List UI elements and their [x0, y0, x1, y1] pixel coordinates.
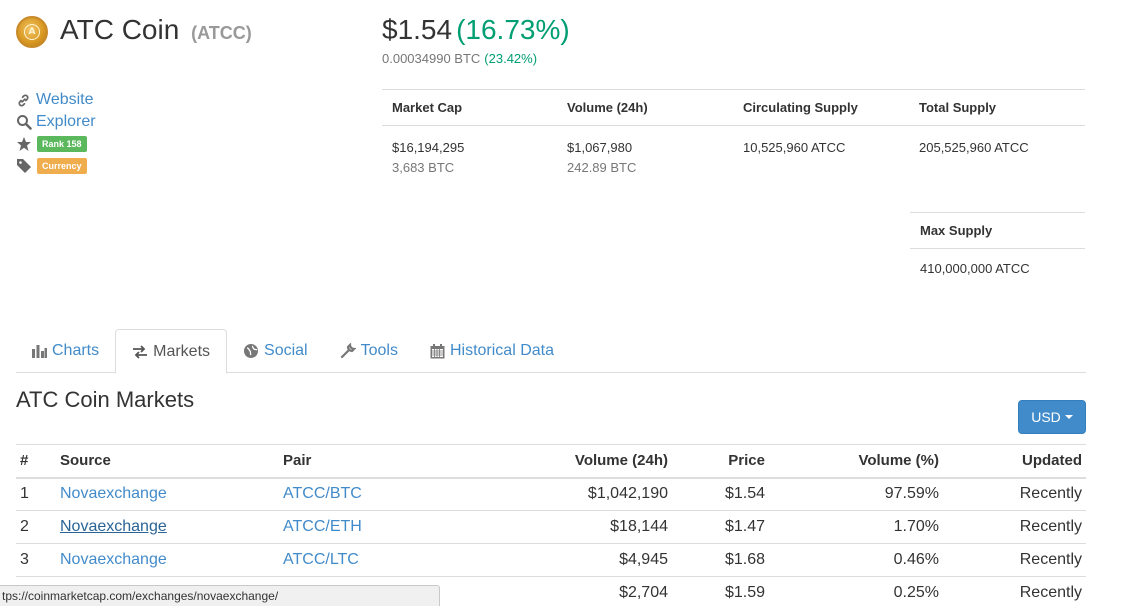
price-btc-change: (23.42%)	[484, 51, 538, 66]
market-cap-label: Market Cap	[392, 99, 463, 115]
price-change-percent: (16.73%)	[456, 14, 570, 45]
pair-link[interactable]: ATCC/LTC	[283, 551, 359, 568]
col-rank[interactable]: #	[16, 444, 56, 479]
row-volume-percent: 0.25%	[769, 576, 943, 606]
link-icon	[16, 93, 34, 108]
table-row: 1 Novaexchange ATCC/BTC $1,042,190 $1.54…	[16, 477, 1086, 511]
col-updated[interactable]: Updated	[943, 444, 1086, 479]
row-volume-percent: 1.70%	[769, 510, 943, 544]
row-volume: $2,704	[459, 576, 672, 606]
tab-charts-label: Charts	[52, 342, 100, 359]
row-price: $1.47	[672, 510, 769, 544]
wrench-icon	[340, 343, 356, 359]
bar-chart-icon	[32, 344, 47, 358]
coin-symbol: (ATCC)	[191, 23, 252, 43]
currency-dropdown-button[interactable]: USD	[1018, 400, 1086, 434]
coin-name: ATC Coin	[60, 14, 180, 45]
row-price: $1.68	[672, 543, 769, 577]
volume-btc: 242.89 BTC	[567, 160, 637, 175]
tab-tools[interactable]: Tools	[324, 329, 414, 373]
website-row[interactable]: Website	[16, 89, 96, 111]
markets-title: ATC Coin Markets	[16, 387, 195, 412]
page-title: ATC Coin (ATCC)	[60, 14, 252, 46]
table-row: 3 Novaexchange ATCC/LTC $4,945 $1.68 0.4…	[16, 543, 1086, 577]
col-volume[interactable]: Volume (24h)	[459, 444, 672, 479]
tag-icon	[16, 158, 34, 174]
tab-historical-data-label: Historical Data	[449, 342, 554, 359]
stats-value-row: $16,194,295 3,683 BTC $1,067,980 242.89 …	[382, 126, 1085, 178]
status-url: tps://coinmarketcap.com/exchanges/novaex…	[2, 589, 279, 603]
row-rank: 2	[16, 510, 56, 544]
total-supply-label: Total Supply	[919, 99, 997, 115]
circulating-supply-label: Circulating Supply	[743, 99, 858, 115]
row-updated: Recently	[943, 543, 1086, 577]
row-updated: Recently	[943, 576, 1086, 606]
row-volume: $4,945	[459, 543, 672, 577]
max-supply-table: Max Supply 410,000,000 ATCC	[910, 212, 1085, 276]
tab-historical-data[interactable]: Historical Data	[414, 329, 570, 373]
markets-table: # Source Pair Volume (24h) Price Volume …	[16, 444, 1086, 606]
volume-usd: $1,067,980	[567, 140, 633, 155]
row-volume-percent: 97.59%	[769, 477, 943, 511]
volume-label: Volume (24h)	[567, 99, 648, 115]
row-rank: 1	[16, 477, 56, 511]
price-btc: 0.00034990 BTC	[382, 51, 481, 66]
star-icon	[16, 136, 34, 152]
coin-tabs: Charts Markets Social Tools Historical D…	[16, 329, 1086, 374]
exchange-link[interactable]: Novaexchange	[60, 518, 167, 535]
price-btc-block: 0.00034990 BTC (23.42%)	[382, 51, 537, 66]
rank-row: Rank 158	[16, 133, 96, 155]
exchange-link[interactable]: Novaexchange	[60, 485, 167, 502]
row-volume: $18,144	[459, 510, 672, 544]
explorer-link[interactable]: Explorer	[36, 113, 96, 131]
price-usd: $1.54	[382, 14, 453, 45]
row-updated: Recently	[943, 477, 1086, 511]
stats-header-row: Market Cap Volume (24h) Circulating Supp…	[382, 89, 1085, 126]
category-row: Currency	[16, 155, 96, 177]
coin-stats-table: Market Cap Volume (24h) Circulating Supp…	[382, 89, 1085, 178]
tab-charts[interactable]: Charts	[16, 329, 115, 373]
caret-down-icon	[1064, 415, 1073, 419]
col-volume-percent[interactable]: Volume (%)	[769, 444, 943, 479]
row-volume-percent: 0.46%	[769, 543, 943, 577]
pair-link[interactable]: ATCC/BTC	[283, 485, 362, 502]
col-source[interactable]: Source	[56, 444, 279, 479]
tab-tools-label: Tools	[360, 342, 398, 359]
tab-markets[interactable]: Markets	[115, 329, 228, 374]
currency-dropdown-label: USD	[1031, 409, 1061, 425]
tab-social-label: Social	[264, 342, 308, 359]
col-price[interactable]: Price	[672, 444, 769, 479]
rank-badge: Rank 158	[37, 136, 87, 152]
row-price: $1.59	[672, 576, 769, 606]
total-supply-value: 205,525,960 ATCC	[919, 140, 1029, 155]
max-supply-value: 410,000,000 ATCC	[920, 261, 1030, 276]
coin-logo-mark: A	[24, 24, 40, 40]
tab-social[interactable]: Social	[227, 329, 324, 373]
coin-links: Website Explorer Rank 158 Currency	[16, 89, 96, 177]
max-supply-label: Max Supply	[920, 223, 993, 238]
col-pair[interactable]: Pair	[279, 444, 459, 479]
coin-logo: A	[16, 16, 48, 48]
category-badge: Currency	[37, 158, 87, 174]
exchange-link[interactable]: Novaexchange	[60, 551, 167, 568]
pair-link[interactable]: ATCC/ETH	[283, 518, 362, 535]
row-rank: 3	[16, 543, 56, 577]
exchange-arrows-icon	[132, 344, 148, 359]
row-updated: Recently	[943, 510, 1086, 544]
table-row: 2 Novaexchange ATCC/ETH $18,144 $1.47 1.…	[16, 510, 1086, 544]
browser-status-bar: tps://coinmarketcap.com/exchanges/novaex…	[0, 585, 440, 606]
row-price: $1.54	[672, 477, 769, 511]
price-usd-block: $1.54 (16.73%)	[382, 14, 570, 46]
globe-icon	[243, 343, 259, 359]
markets-header-row: # Source Pair Volume (24h) Price Volume …	[16, 444, 1086, 479]
market-cap-btc: 3,683 BTC	[392, 160, 455, 175]
search-icon	[16, 114, 34, 130]
website-link[interactable]: Website	[36, 91, 94, 109]
calendar-icon	[430, 343, 445, 359]
explorer-row[interactable]: Explorer	[16, 111, 96, 133]
row-volume: $1,042,190	[459, 477, 672, 511]
market-cap-usd: $16,194,295	[392, 140, 465, 155]
tab-markets-label: Markets	[153, 342, 211, 360]
circulating-supply-value: 10,525,960 ATCC	[743, 140, 846, 155]
